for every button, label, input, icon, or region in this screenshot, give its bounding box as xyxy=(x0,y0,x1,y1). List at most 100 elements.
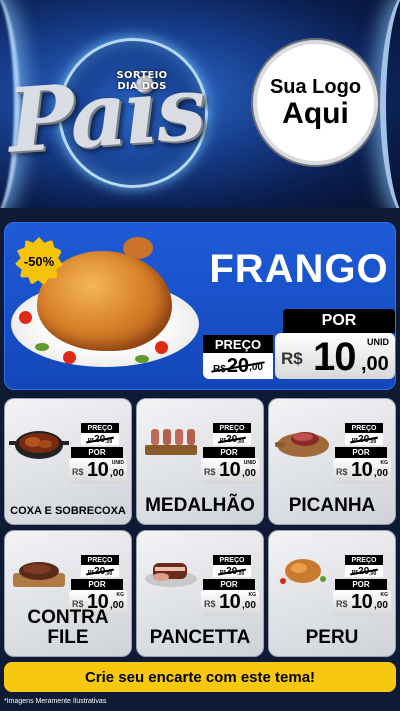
old-price: R$ 20,00 xyxy=(213,433,251,445)
create-flyer-button[interactable]: Crie seu encarte com este tema! xyxy=(4,662,396,692)
new-price-int: 10 xyxy=(351,591,373,613)
logo-subtitle-line2: DIA DOS xyxy=(117,81,167,92)
old-price: R$ 20,00 xyxy=(213,565,251,577)
old-price-int: 20 xyxy=(358,565,370,577)
product-card[interactable]: PREÇO R$ 20,00 POR R$ 10,00 KG CONTRA FILE xyxy=(4,530,132,657)
new-price: R$ 10,00 KG xyxy=(333,590,391,616)
old-price-int: 20 xyxy=(358,433,370,445)
product-name: PERU xyxy=(305,627,359,648)
tomato-garnish xyxy=(155,341,168,354)
tomato-garnish xyxy=(63,351,76,364)
product-card[interactable]: PREÇO R$ 20,00 POR R$ 10,00 UNID MEDALHÃO xyxy=(136,398,264,525)
discount-badge: -50% xyxy=(15,237,63,285)
old-price-int: 20 xyxy=(94,433,106,445)
new-price: R$ 10,00 KG xyxy=(201,590,259,616)
old-price-label: PREÇO xyxy=(213,555,251,565)
new-price-currency: R$ xyxy=(204,467,216,477)
product-name: MEDALHÃO xyxy=(145,495,255,516)
herb-garnish xyxy=(135,355,149,363)
new-price-label: POR xyxy=(283,309,395,333)
price-unit: KG xyxy=(248,592,257,598)
product-name: COXA E SOBRECOXA xyxy=(10,505,126,517)
product-card[interactable]: PREÇO R$ 20,00 POR R$ 10,00 KG PANCETTA xyxy=(136,530,264,657)
product-image xyxy=(273,547,333,595)
product-name: PICANHA xyxy=(288,495,376,516)
herb-garnish xyxy=(35,343,49,351)
new-price-label: POR xyxy=(71,447,123,458)
product-card[interactable]: PREÇO R$ 20,00 POR R$ 10,00 KG PERU xyxy=(268,530,396,657)
old-price-label: PREÇO xyxy=(213,423,251,433)
old-price-int: 20 xyxy=(226,433,238,445)
old-price-label: PREÇO xyxy=(81,555,119,565)
old-price-dec: ,00 xyxy=(105,438,113,445)
price-unit: UNID xyxy=(367,337,389,347)
old-price-dec: ,00 xyxy=(249,361,263,373)
product-card[interactable]: PREÇO R$ 20,00 POR R$ 10,00 KG PICANHA xyxy=(268,398,396,525)
new-price-currency: R$ xyxy=(204,599,216,609)
old-price-label: PREÇO xyxy=(345,555,383,565)
new-price-currency: R$ xyxy=(281,349,303,368)
new-price-int: 10 xyxy=(351,459,373,481)
new-price-label: POR xyxy=(203,579,255,590)
old-price-dec: ,00 xyxy=(369,570,377,577)
new-price-dec: ,00 xyxy=(110,468,124,479)
product-image xyxy=(273,415,333,463)
new-price-dec: ,00 xyxy=(242,468,256,479)
product-card[interactable]: PREÇO R$ 20,00 POR R$ 10,00 UNID COXA E SOBRECO… xyxy=(4,398,132,525)
product-image xyxy=(141,415,201,463)
new-price: R$ 10 ,00 UNID xyxy=(275,333,395,379)
store-logo-placeholder[interactable]: Sua Logo Aqui xyxy=(253,40,378,165)
new-price-int: 10 xyxy=(313,335,356,379)
campaign-logo-main: Pais xyxy=(4,55,208,173)
new-price-dec: ,00 xyxy=(361,353,389,375)
light-beam-right xyxy=(380,0,400,208)
old-price-int: 20 xyxy=(226,354,250,377)
featured-product-card[interactable]: -50% FRANGO PREÇO R$ 20 ,00 POR R$ 10 ,0… xyxy=(4,222,396,390)
new-price: R$ 10,00 UNID xyxy=(201,458,259,484)
old-price: R$ 20 ,00 xyxy=(203,353,273,379)
old-price-int: 20 xyxy=(94,565,106,577)
price-unit: UNID xyxy=(111,460,124,466)
price-unit: KG xyxy=(116,592,125,598)
price-unit: KG xyxy=(380,460,389,466)
campaign-logo-subtitle: SORTEIO DIA DOS xyxy=(112,70,172,92)
old-price: R$ 20,00 xyxy=(81,433,119,445)
new-price: R$ 10,00 UNID xyxy=(69,458,127,484)
old-price-int: 20 xyxy=(226,565,238,577)
header-banner: Pais SORTEIO DIA DOS Sua Logo Aqui xyxy=(0,0,400,208)
product-image xyxy=(141,547,201,595)
old-price: R$ 20,00 xyxy=(345,565,383,577)
old-price-label: PREÇO xyxy=(345,423,383,433)
product-image xyxy=(9,415,69,463)
old-price-dec: ,00 xyxy=(237,438,245,445)
new-price: R$ 10,00 KG xyxy=(333,458,391,484)
store-logo-line1: Sua Logo xyxy=(269,75,362,98)
old-price-label: PREÇO xyxy=(203,335,273,353)
disclaimer-note: *Imagens Meramente Ilustrativas xyxy=(4,698,107,705)
new-price-dec: ,00 xyxy=(242,600,256,611)
price-unit: KG xyxy=(380,592,389,598)
new-price-int: 10 xyxy=(219,459,241,481)
price-unit: UNID xyxy=(243,460,256,466)
new-price-int: 10 xyxy=(219,591,241,613)
old-price-label: PREÇO xyxy=(81,423,119,433)
new-price-label: POR xyxy=(71,579,123,590)
new-price-currency: R$ xyxy=(336,467,348,477)
old-price-currency: R$ xyxy=(213,363,226,375)
new-price-label: POR xyxy=(203,447,255,458)
product-image xyxy=(9,547,69,595)
new-price-int: 10 xyxy=(87,459,109,481)
new-price-currency: R$ xyxy=(336,599,348,609)
old-price-dec: ,00 xyxy=(105,570,113,577)
old-price-dec: ,00 xyxy=(369,438,377,445)
new-price-dec: ,00 xyxy=(374,468,388,479)
old-price-dec: ,00 xyxy=(237,570,245,577)
tomato-garnish xyxy=(19,311,32,324)
old-price: R$ 20,00 xyxy=(81,565,119,577)
store-logo-line2: Aqui xyxy=(282,96,349,130)
new-price-currency: R$ xyxy=(72,467,84,477)
product-name: PANCETTA xyxy=(149,627,251,648)
featured-product-name: FRANGO xyxy=(209,247,389,291)
old-price: R$ 20,00 xyxy=(345,433,383,445)
new-price-label: POR xyxy=(335,447,387,458)
